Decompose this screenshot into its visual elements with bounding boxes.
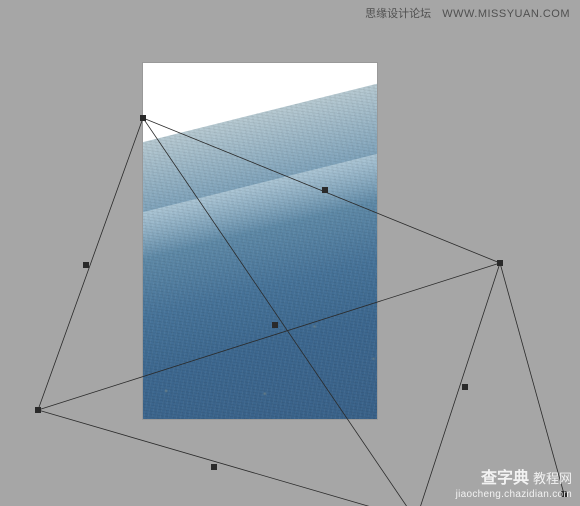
- document-canvas[interactable]: [143, 63, 377, 419]
- rotation-arm: [500, 263, 564, 494]
- transform-handle-tl-icon[interactable]: [140, 115, 146, 121]
- transform-handle-bl-icon[interactable]: [35, 407, 41, 413]
- watermark-bottom-sub: 教程网: [533, 471, 572, 486]
- watermark-bottom-brand: 查字典: [481, 470, 529, 487]
- watermark-top: 思缘设计论坛 WWW.MISSYUAN.COM: [365, 5, 570, 21]
- watermark-bottom-url: jiaocheng.chazidian.com: [456, 489, 572, 500]
- transform-handle-right-mid-icon[interactable]: [462, 384, 468, 390]
- watermark-top-cn: 思缘设计论坛: [365, 8, 431, 20]
- transform-handle-left-mid-icon[interactable]: [83, 262, 89, 268]
- transform-handle-top-mid-icon[interactable]: [322, 187, 328, 193]
- placed-image-cityscape[interactable]: [143, 78, 377, 419]
- watermark-bottom: 查字典教程网 jiaocheng.chazidian.com: [456, 464, 572, 500]
- transform-handle-bottom-mid-icon[interactable]: [211, 464, 217, 470]
- watermark-top-url: WWW.MISSYUAN.COM: [442, 8, 570, 20]
- transform-handle-tr-icon[interactable]: [497, 260, 503, 266]
- transform-center-pivot-icon[interactable]: [272, 322, 278, 328]
